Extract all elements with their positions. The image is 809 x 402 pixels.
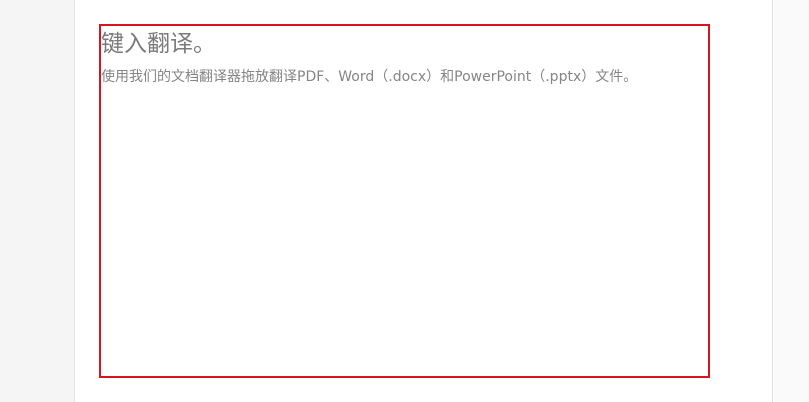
- input-placeholder-hint: 使用我们的文档翻译器拖放翻译PDF、Word（.docx）和PowerPoint…: [101, 69, 638, 85]
- translation-input-area[interactable]: 键入翻译。 使用我们的文档翻译器拖放翻译PDF、Word（.docx）和Powe…: [99, 24, 710, 378]
- right-side-strip: [773, 0, 809, 402]
- input-placeholder-title: 键入翻译。: [101, 31, 216, 57]
